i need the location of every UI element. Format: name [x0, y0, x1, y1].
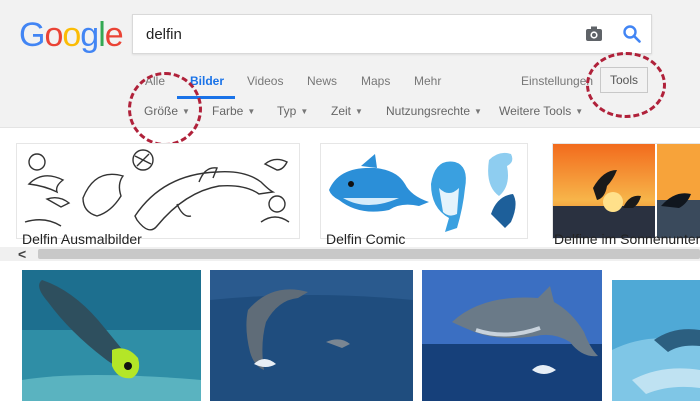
- dolphin-jumping-image: [210, 270, 413, 401]
- caret-down-icon: ▼: [247, 107, 256, 117]
- filter-type-label: Typ: [277, 104, 297, 118]
- search-box: [132, 14, 652, 54]
- caret-down-icon: ▼: [300, 107, 309, 117]
- header: Google Alle Bilder Videos News Maps Mehr…: [0, 0, 700, 128]
- logo-letter-g2: g: [80, 16, 99, 54]
- logo-letter-o2: o: [62, 16, 81, 54]
- filter-color-label: Farbe: [212, 104, 244, 118]
- search-input[interactable]: [133, 15, 563, 53]
- search-icon[interactable]: [620, 22, 644, 46]
- filter-usage-rights[interactable]: Nutzungsrechte ▼: [386, 104, 482, 118]
- tab-images[interactable]: Bilder: [190, 74, 224, 88]
- suggestion-card-sunset[interactable]: [552, 143, 700, 239]
- caret-down-icon: ▼: [182, 107, 190, 117]
- scroll-left-arrow-icon[interactable]: <: [18, 246, 26, 262]
- caret-down-icon: ▼: [575, 107, 584, 117]
- tools-button[interactable]: Tools: [600, 67, 648, 93]
- filter-usage-rights-label: Nutzungsrechte: [386, 104, 471, 118]
- filter-more-tools[interactable]: Weitere Tools ▼: [499, 104, 583, 118]
- filter-time[interactable]: Zeit ▼: [331, 104, 363, 118]
- horizontal-scrollbar[interactable]: [0, 247, 700, 261]
- tab-videos[interactable]: Videos: [247, 74, 283, 88]
- filter-type[interactable]: Typ ▼: [277, 104, 308, 118]
- scrollbar-thumb[interactable]: [38, 249, 700, 259]
- camera-icon[interactable]: [582, 22, 606, 46]
- suggestion-card-comic[interactable]: [320, 143, 528, 239]
- comic-image: [329, 152, 516, 232]
- dolphin-underwater-image: [22, 270, 201, 401]
- suggestion-label-sunset[interactable]: Delfine im Sonnenuntergang: [554, 231, 700, 247]
- suggestion-card-coloring[interactable]: [16, 143, 300, 239]
- image-result-2[interactable]: [210, 270, 413, 401]
- tab-more[interactable]: Mehr: [414, 74, 441, 88]
- filter-more-tools-label: Weitere Tools: [499, 104, 572, 118]
- coloring-image: [24, 149, 290, 231]
- logo-letter-g1: G: [19, 16, 45, 54]
- caret-down-icon: ▼: [474, 107, 482, 117]
- dolphin-leaping-image: [422, 270, 602, 401]
- google-logo[interactable]: Google: [19, 13, 124, 57]
- tab-news[interactable]: News: [307, 74, 337, 88]
- tab-maps[interactable]: Maps: [361, 74, 390, 88]
- image-result-3[interactable]: [422, 270, 602, 401]
- suggestion-label-coloring[interactable]: Delfin Ausmalbilder: [22, 231, 142, 247]
- logo-letter-o1: o: [44, 16, 63, 54]
- logo-letter-e: e: [104, 16, 124, 54]
- sunset-image: [553, 144, 700, 238]
- filter-size-label: Größe: [144, 104, 179, 118]
- filter-color[interactable]: Farbe ▼: [212, 104, 255, 118]
- suggestion-label-comic[interactable]: Delfin Comic: [326, 231, 405, 247]
- caret-down-icon: ▼: [355, 107, 363, 117]
- filter-time-label: Zeit: [331, 104, 352, 118]
- filter-size[interactable]: Größe ▼: [144, 104, 190, 118]
- image-result-4[interactable]: [612, 270, 700, 401]
- tab-all[interactable]: Alle: [145, 74, 165, 88]
- image-result-1[interactable]: [22, 270, 201, 401]
- dolphin-blue-image: [612, 280, 700, 401]
- active-tab-indicator: [177, 96, 235, 99]
- settings-link[interactable]: Einstellungen: [521, 74, 593, 88]
